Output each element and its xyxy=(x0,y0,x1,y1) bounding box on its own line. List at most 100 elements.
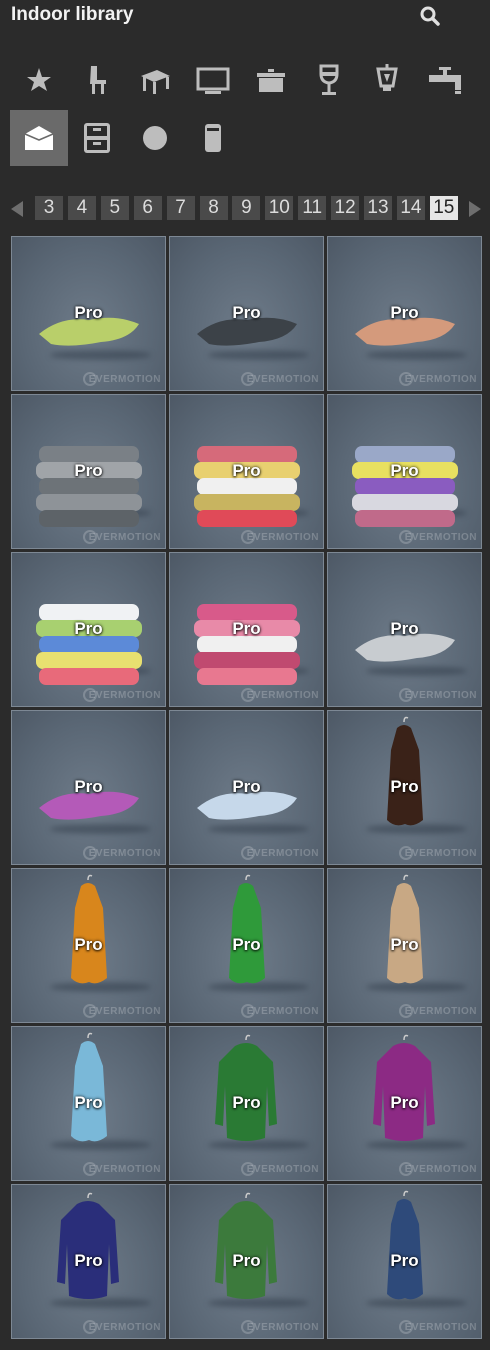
library-item-tile[interactable]: EVERMOTION Pro xyxy=(11,236,166,391)
library-item-tile[interactable]: EVERMOTION Pro xyxy=(169,868,324,1023)
hanging-garment-shape xyxy=(71,1041,107,1142)
folded-garment-layer xyxy=(352,494,458,511)
library-item-tile[interactable]: EVERMOTION Pro xyxy=(169,552,324,707)
library-item-tile[interactable]: EVERMOTION Pro xyxy=(11,552,166,707)
pagination: 3 4 5 6 7 8 9 10 11 12 13 14 15 xyxy=(0,194,490,224)
category-decor[interactable] xyxy=(126,110,184,166)
pro-badge: Pro xyxy=(74,777,103,796)
pro-badge: Pro xyxy=(390,461,419,480)
pro-badge: Pro xyxy=(74,303,103,322)
library-item-tile[interactable]: EVERMOTION Pro xyxy=(327,868,482,1023)
pro-badge: Pro xyxy=(232,1251,261,1270)
library-item-tile[interactable]: EVERMOTION Pro xyxy=(169,394,324,549)
hanger-hook xyxy=(87,1192,93,1199)
hanger-hook xyxy=(245,1192,251,1199)
library-item-tile[interactable]: EVERMOTION Pro xyxy=(327,394,482,549)
library-item-tile[interactable]: EVERMOTION Pro xyxy=(327,552,482,707)
arrow-right-icon[interactable] xyxy=(466,199,484,219)
coat-shape xyxy=(373,1043,435,1141)
watermark-text: EVERMOTION xyxy=(88,1164,161,1175)
page-button[interactable]: 8 xyxy=(199,196,228,220)
watermark-text: EVERMOTION xyxy=(404,690,477,701)
pro-badge: Pro xyxy=(232,777,261,796)
category-misc[interactable] xyxy=(184,110,242,166)
folded-garment-layer xyxy=(194,494,300,511)
pro-badge: Pro xyxy=(232,619,261,638)
category-bathroom[interactable] xyxy=(416,52,474,108)
category-electronics[interactable] xyxy=(184,52,242,108)
folded-garment-layer xyxy=(197,668,297,685)
page-button[interactable]: 12 xyxy=(331,196,360,220)
library-item-tile[interactable]: EVERMOTION Pro xyxy=(327,236,482,391)
library-item-tile[interactable]: EVERMOTION Pro xyxy=(327,1184,482,1339)
watermark-text: EVERMOTION xyxy=(246,1322,319,1333)
library-item-tile[interactable]: EVERMOTION Pro xyxy=(169,1184,324,1339)
library-item-tile[interactable]: EVERMOTION Pro xyxy=(11,394,166,549)
library-header: Indoor library xyxy=(0,0,490,34)
hanging-garment-shape xyxy=(387,1199,423,1300)
watermark-text: EVERMOTION xyxy=(404,848,477,859)
library-item-tile[interactable]: EVERMOTION Pro xyxy=(327,1026,482,1181)
tv-icon xyxy=(196,67,230,94)
folded-garment-layer xyxy=(36,494,142,511)
coat-shape xyxy=(215,1043,277,1141)
library-item-tile[interactable]: EVERMOTION Pro xyxy=(169,236,324,391)
category-bar-bottom xyxy=(10,110,480,168)
library-item-tile[interactable]: EVERMOTION Pro xyxy=(169,1026,324,1181)
hanging-garment-shape xyxy=(71,883,107,984)
watermark-text: EVERMOTION xyxy=(246,848,319,859)
library-item-tile[interactable]: EVERMOTION Pro xyxy=(11,868,166,1023)
library-item-tile[interactable]: EVERMOTION Pro xyxy=(11,710,166,865)
search-icon[interactable] xyxy=(418,4,442,28)
category-chairs[interactable] xyxy=(68,52,126,108)
category-favorites[interactable] xyxy=(10,52,68,108)
page-button[interactable]: 9 xyxy=(232,196,261,220)
page-button[interactable]: 7 xyxy=(166,196,195,220)
pro-badge: Pro xyxy=(390,619,419,638)
category-clothing[interactable] xyxy=(10,110,68,166)
hanging-garment-shape xyxy=(229,883,265,984)
item-grid: EVERMOTION Pro EVERMOTION Pro EVERMOTION Pro E… xyxy=(11,236,482,1339)
category-glassware[interactable] xyxy=(300,52,358,108)
pro-badge: Pro xyxy=(232,461,261,480)
coat-shape xyxy=(215,1201,277,1299)
watermark-text: EVERMOTION xyxy=(246,532,319,543)
library-title: Indoor library xyxy=(11,4,134,25)
arrow-left-icon[interactable] xyxy=(8,199,26,219)
library-item-tile[interactable]: EVERMOTION Pro xyxy=(327,710,482,865)
pro-badge: Pro xyxy=(74,935,103,954)
library-item-tile[interactable]: EVERMOTION Pro xyxy=(11,1026,166,1181)
category-tables[interactable] xyxy=(126,52,184,108)
folded-garment-layer xyxy=(36,652,142,669)
pro-badge: Pro xyxy=(390,935,419,954)
pro-badge: Pro xyxy=(390,303,419,322)
page-button[interactable]: 11 xyxy=(298,196,327,220)
page-button[interactable]: 3 xyxy=(35,196,63,220)
watermark-text: EVERMOTION xyxy=(246,1164,319,1175)
folded-garment-layer xyxy=(355,510,455,527)
folded-garment-layer xyxy=(197,510,297,527)
page-button[interactable]: 4 xyxy=(67,196,96,220)
page-button[interactable]: 5 xyxy=(100,196,129,220)
page-button[interactable]: 10 xyxy=(265,196,294,220)
page-button[interactable]: 14 xyxy=(396,196,425,220)
watermark-text: EVERMOTION xyxy=(404,1006,477,1017)
library-item-tile[interactable]: EVERMOTION Pro xyxy=(169,710,324,865)
page-button[interactable]: 13 xyxy=(364,196,392,220)
watermark-text: EVERMOTION xyxy=(88,532,161,543)
category-kitchen[interactable] xyxy=(242,52,300,108)
hanger-hook xyxy=(87,874,93,881)
hanging-garment-shape xyxy=(387,725,423,826)
page-button[interactable]: 6 xyxy=(133,196,162,220)
library-item-tile[interactable]: EVERMOTION Pro xyxy=(11,1184,166,1339)
category-lighting[interactable] xyxy=(358,52,416,108)
hanger-hook xyxy=(403,1034,409,1041)
folded-garment-layer xyxy=(39,510,139,527)
pro-badge: Pro xyxy=(390,777,419,796)
pro-badge: Pro xyxy=(74,1251,103,1270)
page-button[interactable]: 15 xyxy=(429,196,458,220)
pro-badge: Pro xyxy=(232,935,261,954)
category-storage[interactable] xyxy=(68,110,126,166)
lamp-icon xyxy=(376,64,398,91)
watermark-text: EVERMOTION xyxy=(404,374,477,385)
